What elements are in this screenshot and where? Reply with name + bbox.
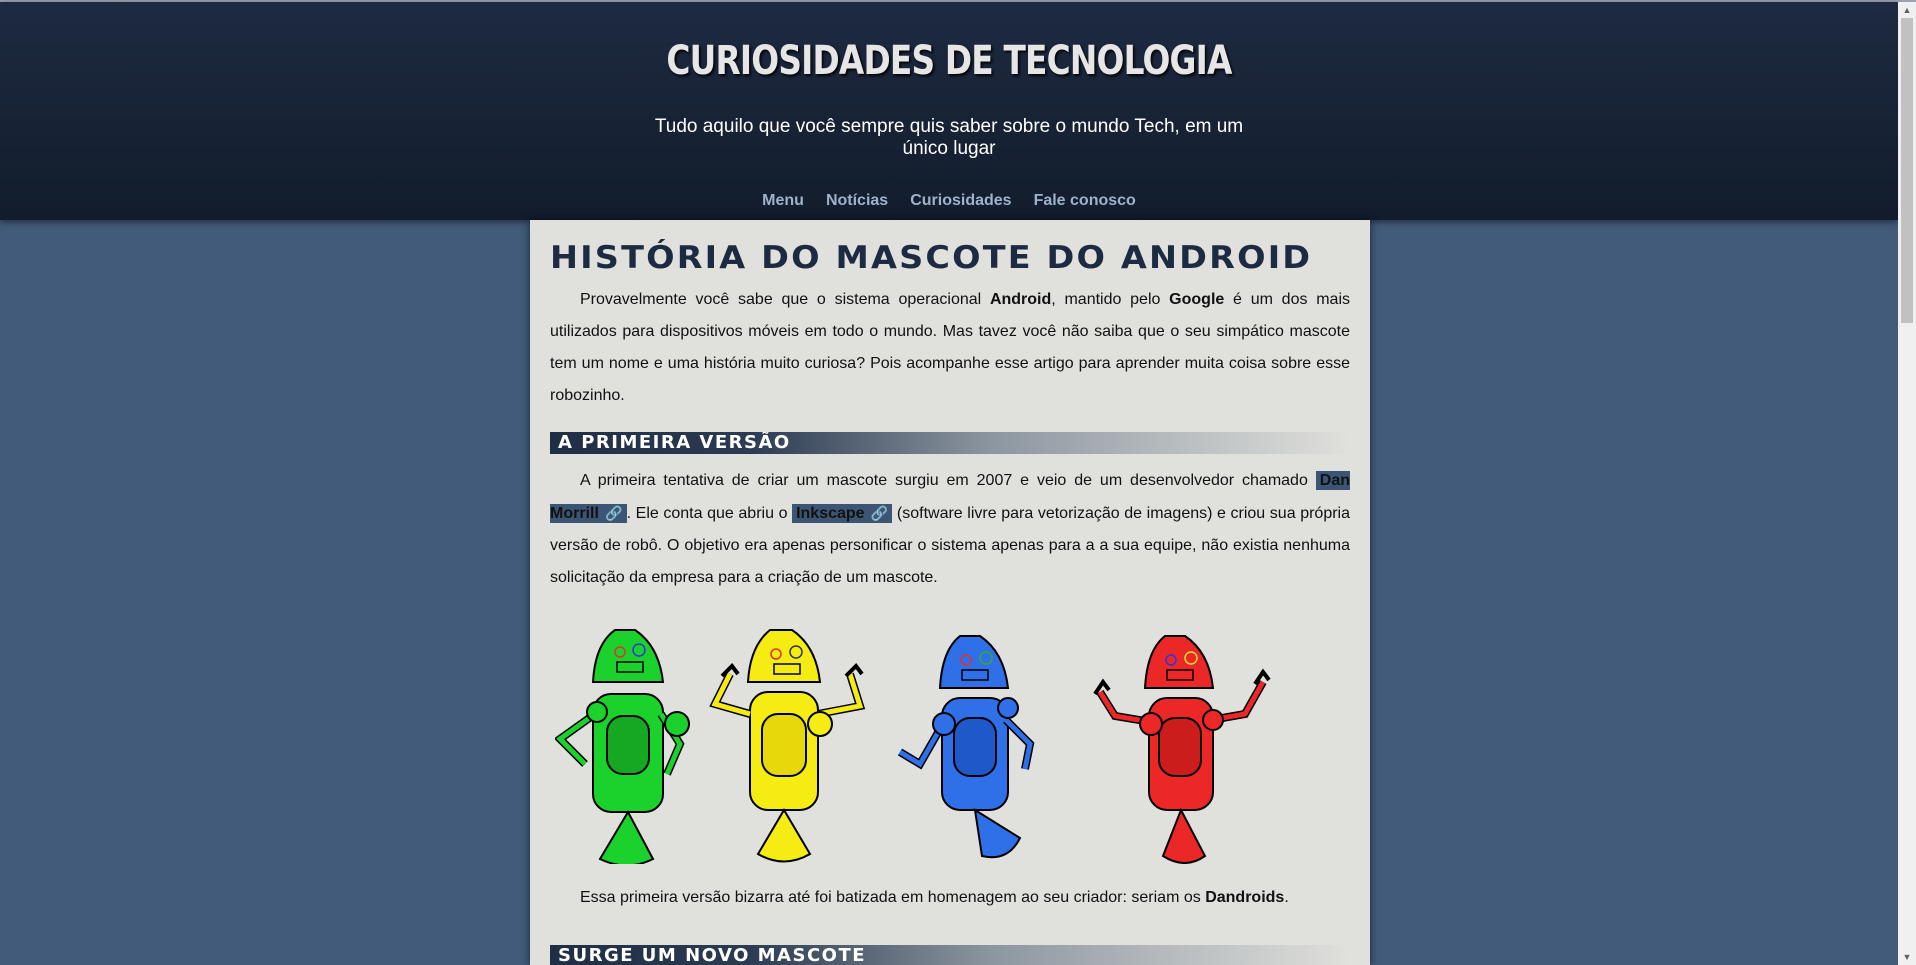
intro-bold-google: Google	[1169, 291, 1225, 308]
link-inkscape[interactable]: Inkscape 🔗	[792, 504, 893, 523]
image-caption: Essa primeira versão bizarra até foi bat…	[550, 882, 1350, 914]
caption-text: .	[1284, 889, 1289, 906]
link-icon: 🔗	[604, 505, 623, 521]
scroll-down-arrow-icon[interactable]: ▼	[1901, 951, 1913, 963]
nav-menu[interactable]: Menu	[762, 192, 804, 209]
dandroids-image	[555, 629, 1271, 864]
section-heading-primeira-versao: A PRIMEIRA VERSÃO	[550, 432, 1350, 454]
main-nav: Menu Notícias Curiosidades Fale conosco	[0, 192, 1898, 210]
red-robot	[1093, 635, 1271, 864]
caption-bold-dandroids: Dandroids	[1205, 889, 1285, 906]
nav-curiosidades[interactable]: Curiosidades	[910, 192, 1011, 209]
scrollbar-thumb[interactable]	[1901, 18, 1913, 323]
section1-paragraph: A primeira tentativa de criar um mascote…	[550, 465, 1350, 594]
nav-noticias[interactable]: Notícias	[826, 192, 888, 209]
intro-text: Provavelmente você sabe que o sistema op…	[580, 291, 990, 308]
article-container: HISTÓRIA DO MASCOTE DO ANDROID Provavelm…	[530, 220, 1370, 965]
scroll-up-arrow-icon[interactable]: ▲	[1901, 4, 1913, 16]
article-title: HISTÓRIA DO MASCOTE DO ANDROID	[550, 240, 1313, 276]
section1-text: A primeira tentativa de criar um mascote…	[580, 472, 1316, 489]
section1-text: . Ele conta que abriu o	[626, 505, 793, 522]
section-heading-novo-mascote: SURGE UM NOVO MASCOTE	[550, 945, 1350, 965]
intro-text: , mantido pelo	[1051, 291, 1170, 308]
page-scrollbar[interactable]: ▲ ▼	[1898, 2, 1916, 965]
link-icon: 🔗	[870, 505, 889, 521]
intro-paragraph: Provavelmente você sabe que o sistema op…	[550, 284, 1350, 412]
nav-fale-conosco[interactable]: Fale conosco	[1034, 192, 1136, 209]
blue-robot	[897, 635, 1035, 859]
site-title: CURIOSIDADES DE TECNOLOGIA	[666, 38, 1232, 84]
green-robot	[555, 629, 690, 864]
intro-bold-android: Android	[989, 291, 1052, 308]
yellow-robot	[709, 629, 866, 863]
site-header: CURIOSIDADES DE TECNOLOGIA Tudo aquilo q…	[0, 2, 1898, 220]
link-label: Inkscape	[796, 505, 865, 522]
caption-text: Essa primeira versão bizarra até foi bat…	[580, 889, 1206, 906]
site-subtitle: Tudo aquilo que você sempre quis saber s…	[654, 116, 1244, 159]
